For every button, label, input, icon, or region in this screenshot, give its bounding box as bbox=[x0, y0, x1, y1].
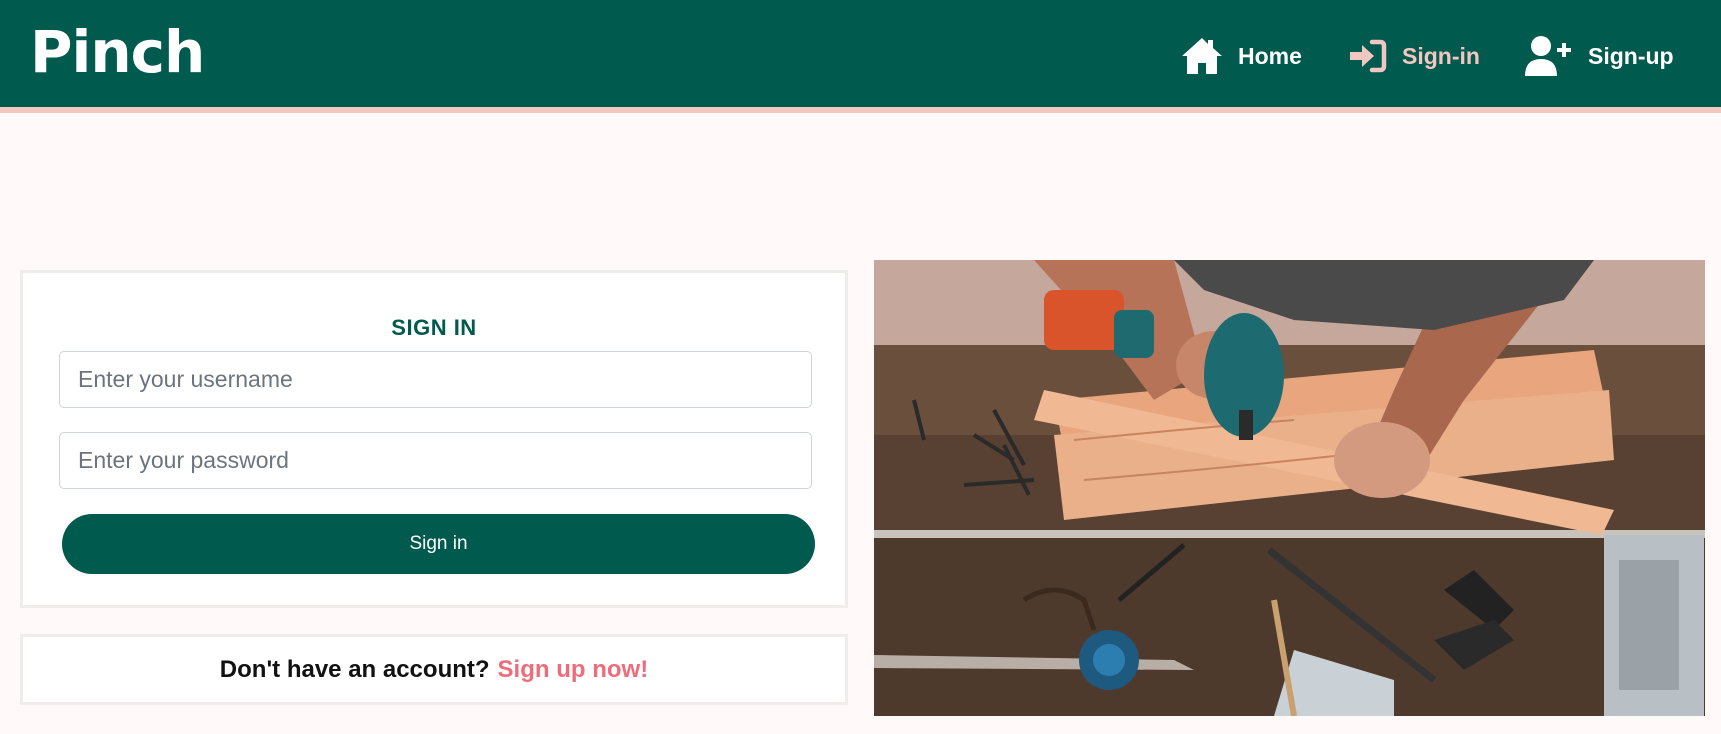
home-icon bbox=[1180, 36, 1224, 76]
signin-title: SIGN IN bbox=[391, 315, 477, 340]
nav-home-label: Home bbox=[1238, 42, 1302, 69]
password-input[interactable] bbox=[59, 432, 812, 489]
signin-button[interactable]: Sign in bbox=[62, 514, 815, 574]
nav-signin-label: Sign-in bbox=[1402, 42, 1480, 69]
signup-prompt-text: Don't have an account? bbox=[219, 655, 490, 683]
signup-prompt-card: Don't have an account? Sign up now! bbox=[20, 634, 848, 705]
nav-signin-link[interactable]: Sign-in bbox=[1348, 34, 1480, 78]
signup-now-link[interactable]: Sign up now! bbox=[498, 656, 649, 684]
nav-home-link[interactable]: Home bbox=[1180, 34, 1302, 78]
sign-in-icon bbox=[1348, 38, 1388, 74]
nav-signup-link[interactable]: Sign-up bbox=[1524, 34, 1674, 78]
signin-card: SIGN IN Sign in bbox=[20, 270, 848, 608]
username-input[interactable] bbox=[59, 351, 812, 408]
navbar: Pinch Home Sign-in Sign-up bbox=[0, 0, 1721, 113]
user-plus-icon bbox=[1524, 35, 1574, 77]
brand-logo[interactable]: Pinch bbox=[30, 18, 205, 86]
nav-signup-label: Sign-up bbox=[1588, 42, 1674, 69]
woodworking-photo bbox=[874, 260, 1705, 716]
